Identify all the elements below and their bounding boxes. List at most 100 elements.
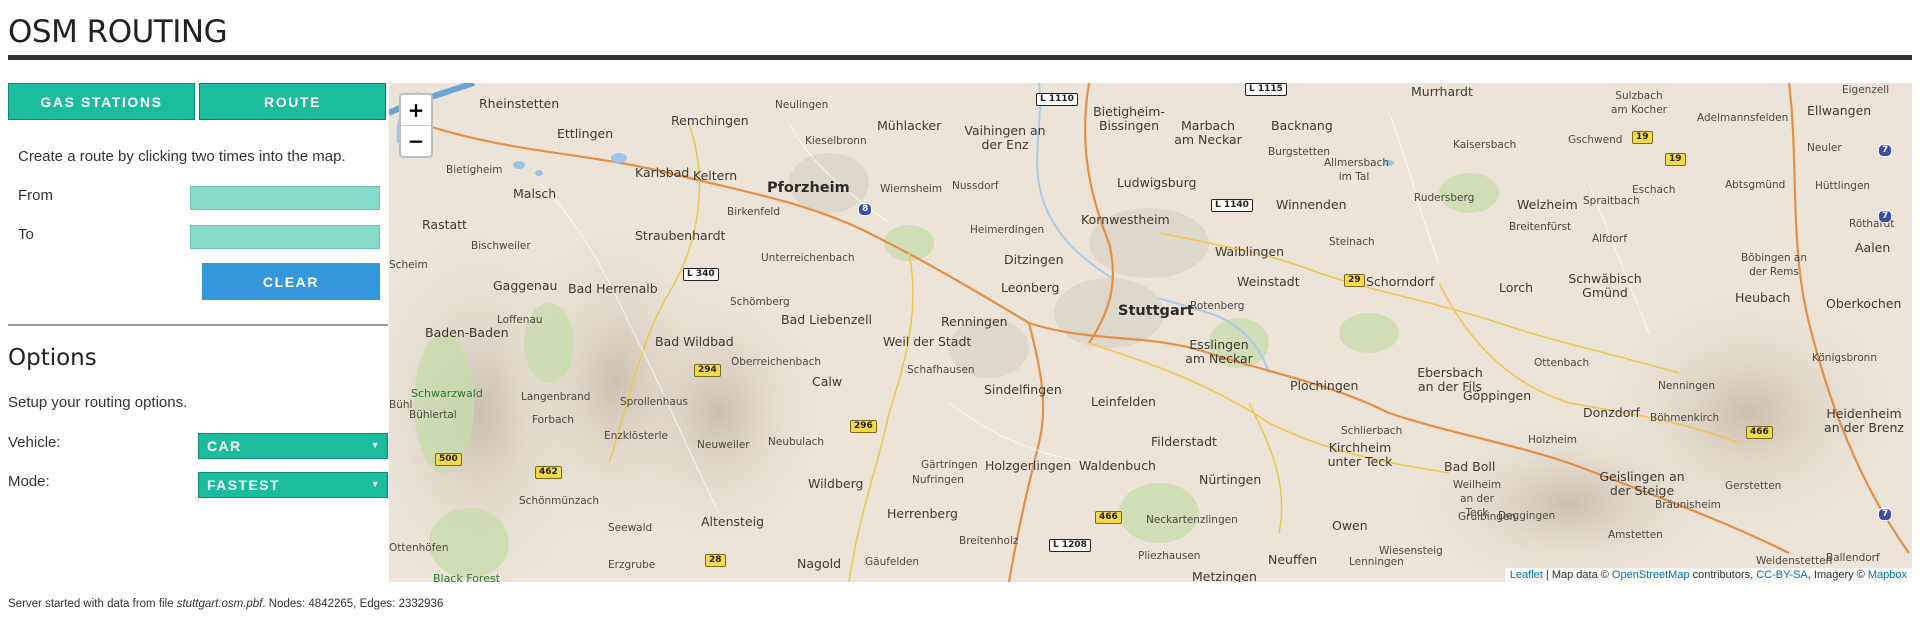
map-place-label: Alfdorf bbox=[1592, 233, 1627, 245]
zoom-out-button[interactable]: − bbox=[401, 126, 431, 156]
map-place-label: Kaisersbach bbox=[1453, 139, 1517, 151]
map-place-label: Abtsgmünd bbox=[1725, 179, 1786, 191]
map-place-label: Steinach bbox=[1329, 236, 1375, 248]
zoom-control: + − bbox=[399, 93, 433, 158]
attribution-text: | Map data © bbox=[1542, 569, 1612, 581]
chevron-down-icon: ▼ bbox=[370, 440, 381, 450]
status-file: stuttgart.osm.pbf bbox=[176, 598, 263, 610]
map-place-label: Altensteig bbox=[701, 514, 765, 529]
map-place-label: Waldenbuch bbox=[1079, 458, 1156, 473]
map-place-label: Schwäbisch Gmünd bbox=[1568, 271, 1642, 300]
road-shield: 296 bbox=[850, 420, 877, 433]
map-place-label: Oberkochen bbox=[1826, 296, 1902, 311]
map-place-label: Sulzbach am Kocher bbox=[1611, 90, 1667, 116]
map-place-label: Schönmünzach bbox=[519, 495, 600, 507]
map-place-label: Scheim bbox=[389, 259, 428, 271]
map-place-label: Gaggenau bbox=[493, 278, 558, 293]
map-place-label: Gäufelden bbox=[865, 556, 920, 568]
road-shield: 19 bbox=[1665, 153, 1686, 166]
map-place-label: Ludwigsburg bbox=[1117, 175, 1197, 190]
map-place-label: Heubach bbox=[1735, 290, 1791, 305]
vehicle-select[interactable]: CAR ▼ bbox=[198, 433, 388, 459]
road-shield: 466 bbox=[1746, 426, 1773, 439]
tab-gas-stations[interactable]: GAS STATIONS bbox=[8, 83, 195, 120]
map-place-label: Königsbronn bbox=[1812, 352, 1877, 364]
map-place-label: Owen bbox=[1332, 518, 1368, 533]
road-shield: 19 bbox=[1632, 131, 1653, 144]
map-place-label: Schömberg bbox=[730, 296, 790, 308]
map-place-label: Eigenzell bbox=[1842, 84, 1890, 96]
map-place-label: Herrenberg bbox=[887, 506, 958, 521]
map-place-label: Malsch bbox=[513, 186, 557, 201]
road-shield: 294 bbox=[694, 364, 721, 377]
to-field[interactable] bbox=[190, 225, 380, 249]
map-place-label: Nenningen bbox=[1658, 380, 1715, 392]
map-place-label: Marbach am Neckar bbox=[1174, 118, 1242, 147]
map-place-label: Weidenstetten bbox=[1756, 555, 1833, 567]
map-place-label: Ottenbach bbox=[1534, 357, 1590, 369]
map-place-label: Geislingen an der Steige bbox=[1599, 469, 1685, 498]
map-place-label: Gschwend bbox=[1568, 134, 1623, 146]
from-field[interactable] bbox=[190, 186, 380, 210]
options-description: Setup your routing options. bbox=[8, 394, 188, 411]
map-place-label: Weil der Stadt bbox=[883, 334, 972, 349]
mapbox-link[interactable]: Mapbox bbox=[1868, 569, 1907, 581]
map-place-label: Welzheim bbox=[1517, 197, 1578, 212]
clear-button[interactable]: CLEAR bbox=[202, 263, 380, 300]
map-place-label: Bräunisheim bbox=[1655, 499, 1721, 511]
map-place-label: Calw bbox=[812, 374, 843, 389]
road-shield: 466 bbox=[1095, 511, 1122, 524]
map-place-label: Adelmannsfelden bbox=[1697, 112, 1789, 124]
road-shield: L 1140 bbox=[1211, 199, 1253, 212]
map-place-label: Weinstadt bbox=[1237, 274, 1300, 289]
map-place-label: Metzingen bbox=[1192, 569, 1257, 583]
road-shield: 28 bbox=[705, 554, 726, 567]
tab-route[interactable]: ROUTE bbox=[199, 83, 386, 120]
leaflet-link[interactable]: Leaflet bbox=[1510, 569, 1543, 581]
map-place-label: Breitenfürst bbox=[1509, 221, 1572, 233]
map-place-label: Bischweiler bbox=[471, 240, 531, 252]
map-place-label: Forbach bbox=[532, 414, 574, 426]
map-place-label: Erzgrube bbox=[608, 559, 656, 571]
map-place-label: Renningen bbox=[941, 314, 1008, 329]
zoom-in-button[interactable]: + bbox=[401, 95, 431, 126]
map-place-label: Mühlacker bbox=[877, 118, 942, 133]
map-place-label: Bad Boll bbox=[1444, 459, 1496, 474]
map-place-label: Nussdorf bbox=[952, 180, 999, 192]
map-place-label: Kornwestheim bbox=[1081, 212, 1170, 227]
map-place-label: Kieselbronn bbox=[805, 135, 867, 147]
page-title: OSM ROUTING bbox=[8, 14, 228, 50]
map-place-label: Bietigheim bbox=[446, 164, 503, 176]
map-place-label: Breitenholz bbox=[959, 535, 1019, 547]
status-prefix: Server started with data from file bbox=[8, 598, 177, 610]
map-place-label: Birkenfeld bbox=[727, 206, 780, 218]
map-place-label: Sindelfingen bbox=[984, 382, 1062, 397]
map-place-label: Murrhardt bbox=[1411, 84, 1473, 99]
mode-select[interactable]: FASTEST ▼ bbox=[198, 472, 388, 498]
map-place-label: Neckartenzlingen bbox=[1146, 514, 1238, 526]
license-link[interactable]: CC-BY-SA bbox=[1756, 569, 1808, 581]
from-label: From bbox=[18, 187, 53, 204]
map-place-label: Rudersberg bbox=[1414, 192, 1475, 204]
map-place-label: Keltern bbox=[693, 168, 738, 183]
mode-select-value: FASTEST bbox=[207, 477, 280, 493]
map-place-label: Wildberg bbox=[808, 476, 864, 491]
road-shield: L 1115 bbox=[1245, 83, 1287, 96]
map-place-label: Schlierbach bbox=[1341, 425, 1403, 437]
map-place-label: Kirchheim unter Teck bbox=[1327, 440, 1393, 469]
map-place-label: Pforzheim bbox=[767, 180, 850, 196]
map-view[interactable]: Rheinstetten Ettlingen Remchingen Neulin… bbox=[389, 83, 1912, 582]
map-attribution: Leaflet | Map data © OpenStreetMap contr… bbox=[1504, 568, 1912, 582]
map-place-label: Esslingen am Neckar bbox=[1185, 337, 1253, 366]
map-place-label: Langenbrand bbox=[521, 391, 591, 403]
map-place-label: Nagold bbox=[797, 556, 842, 571]
map-place-label: Backnang bbox=[1271, 118, 1333, 133]
chevron-down-icon: ▼ bbox=[370, 479, 381, 489]
status-suffix: . Nodes: 4842265, Edges: 2332936 bbox=[262, 598, 444, 610]
road-shield: 7 bbox=[1878, 210, 1893, 223]
road-shield: L 1208 bbox=[1049, 539, 1091, 552]
attribution-text: contributors, bbox=[1689, 569, 1757, 581]
osm-link[interactable]: OpenStreetMap bbox=[1612, 569, 1690, 581]
map-place-label: Ditzingen bbox=[1004, 252, 1064, 267]
map-place-label: Seewald bbox=[608, 522, 653, 534]
